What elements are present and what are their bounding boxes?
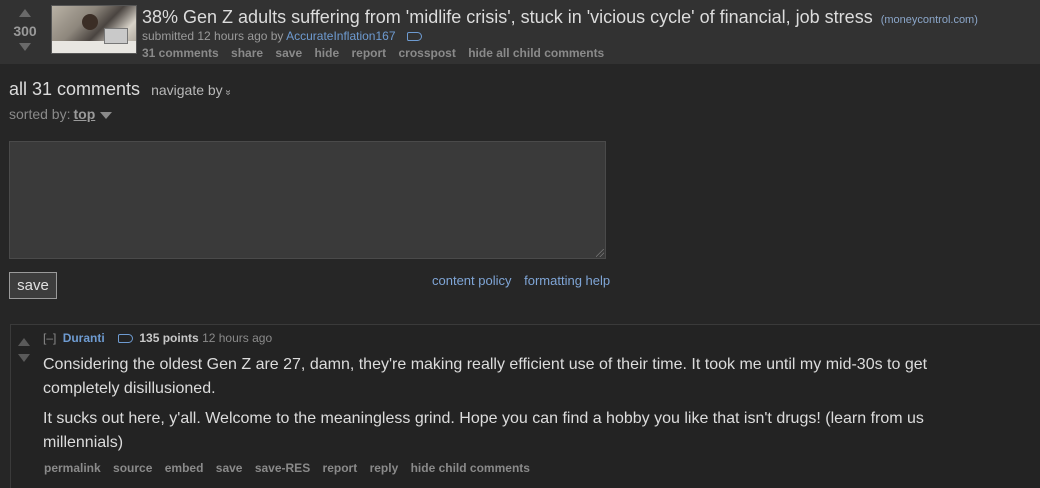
comment-paragraph: It sucks out here, y'all. Welcome to the… [43,410,924,451]
post-thumbnail[interactable] [51,5,137,54]
comment-tagline: [–] Duranti 135 points 12 hours ago [43,331,272,345]
comment-textarea[interactable] [9,141,606,259]
post-title-row: 38% Gen Z adults suffering from 'midlife… [142,7,978,28]
post-domain[interactable]: (moneycontrol.com) [881,14,978,26]
double-chevron-icon: » [221,89,233,96]
downvote-arrow-icon[interactable] [18,354,30,362]
save-button[interactable]: save [9,272,57,299]
sort-value[interactable]: top [73,106,95,122]
formatting-help-link[interactable]: formatting help [524,273,610,288]
comment-body: Considering the oldest Gen Z are 27, dam… [43,353,1003,461]
comment-vote [16,334,32,362]
navigate-by-menu[interactable]: navigate by» [151,82,233,98]
submitted-text: submitted 12 hours ago by [142,29,284,43]
sort-selector: sorted by: top [9,106,113,122]
comment-time: 12 hours ago [202,331,273,345]
comments-title: all 31 comments [9,79,141,99]
hide-child-comments-link[interactable]: hide all child comments [468,46,604,60]
save-link[interactable]: save [216,461,243,475]
permalink-link[interactable]: permalink [44,461,101,475]
embed-link[interactable]: embed [165,461,204,475]
post-title[interactable]: 38% Gen Z adults suffering from 'midlife… [142,7,873,27]
help-links: content policy formatting help [432,273,619,288]
comments-header: all 31 comments navigate by» [9,79,233,100]
upvote-arrow-icon[interactable] [18,338,30,346]
post-score: 300 [13,23,37,39]
tag-icon[interactable] [118,334,134,344]
comments-link[interactable]: 31 comments [142,46,219,60]
report-link[interactable]: report [323,461,358,475]
comment-buttons: permalink source embed save save-RES rep… [44,461,539,475]
report-link[interactable]: report [351,46,386,60]
tag-icon[interactable] [406,32,422,42]
post-vote: 300 [11,6,39,51]
save-link[interactable]: save [275,46,302,60]
resize-handle-icon[interactable] [596,249,604,257]
content-policy-link[interactable]: content policy [432,273,512,288]
dropdown-arrow-icon[interactable] [100,111,113,119]
post-header: 300 38% Gen Z adults suffering from 'mid… [0,0,1040,64]
source-link[interactable]: source [113,461,152,475]
comment-author[interactable]: Duranti [63,331,105,345]
crosspost-link[interactable]: crosspost [399,46,456,60]
hide-link[interactable]: hide [314,46,339,60]
share-link[interactable]: share [231,46,263,60]
comment: [–] Duranti 135 points 12 hours ago Cons… [10,324,1040,488]
save-res-link[interactable]: save-RES [255,461,310,475]
comment-paragraph: Considering the oldest Gen Z are 27, dam… [43,356,928,397]
reply-link[interactable]: reply [370,461,399,475]
hide-child-comments-link[interactable]: hide child comments [411,461,530,475]
sorted-label: sorted by: [9,106,71,122]
comment-points: 135 points [139,331,199,345]
collapse-toggle[interactable]: [–] [43,331,56,345]
downvote-arrow-icon[interactable] [19,43,31,51]
upvote-arrow-icon[interactable] [19,9,31,17]
post-tagline: submitted 12 hours ago by AccurateInflat… [142,29,422,43]
post-author[interactable]: AccurateInflation167 [286,29,395,43]
post-buttons: 31 comments share save hide report cross… [142,46,613,60]
